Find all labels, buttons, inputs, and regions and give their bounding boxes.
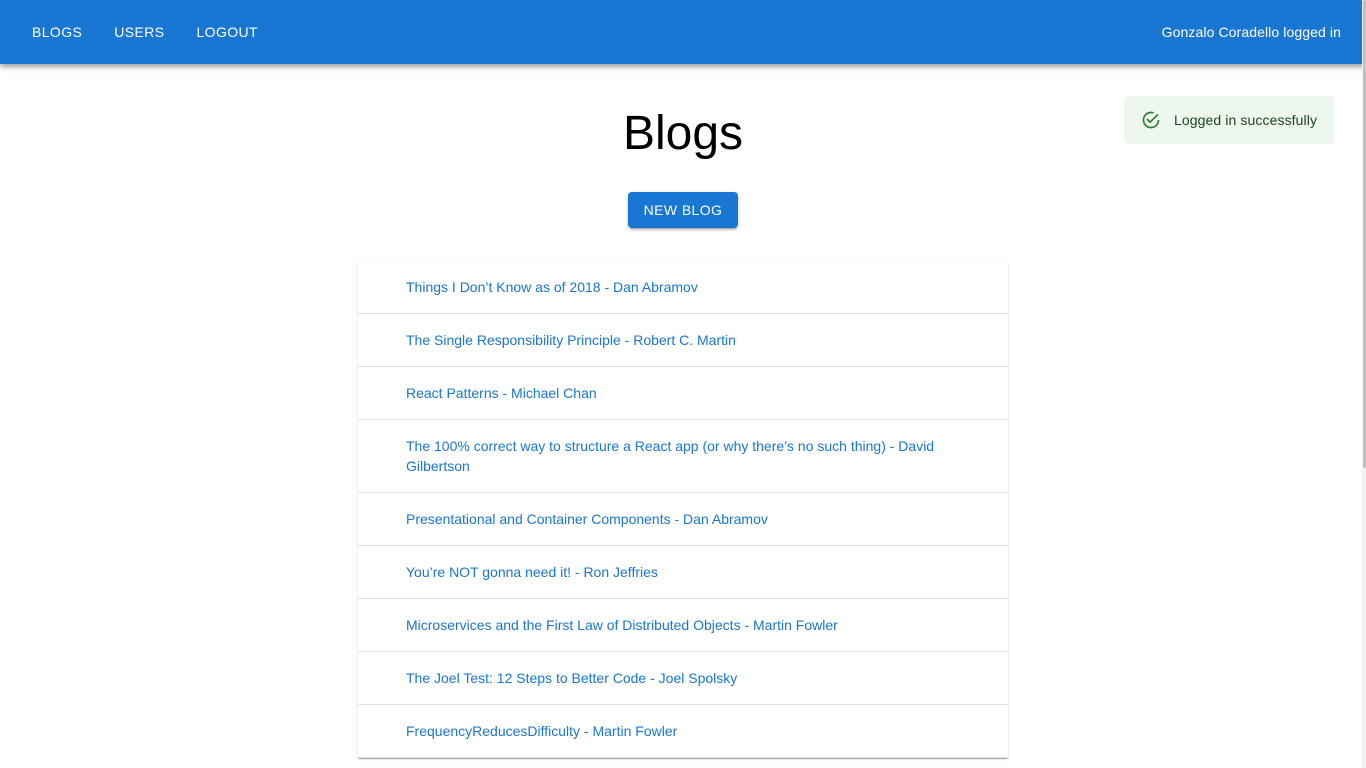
nav-logout-button[interactable]: LOGOUT <box>188 18 266 46</box>
blog-list-item: Microservices and the First Law of Distr… <box>358 599 1008 652</box>
blog-list-item: Things I Don’t Know as of 2018 - Dan Abr… <box>358 261 1008 314</box>
new-blog-button[interactable]: NEW BLOG <box>628 192 738 228</box>
blog-list-item: The 100% correct way to structure a Reac… <box>358 420 1008 493</box>
blog-link[interactable]: Presentational and Container Components … <box>406 511 768 527</box>
blog-link[interactable]: FrequencyReducesDifficulty - Martin Fowl… <box>406 723 677 739</box>
nav-blogs-button[interactable]: BLOGS <box>24 18 90 46</box>
blog-link[interactable]: You’re NOT gonna need it! - Ron Jeffries <box>406 564 658 580</box>
blog-link[interactable]: Microservices and the First Law of Distr… <box>406 617 838 633</box>
blog-list: Things I Don’t Know as of 2018 - Dan Abr… <box>358 261 1008 758</box>
blog-list-item: React Patterns - Michael Chan <box>358 367 1008 420</box>
blog-link[interactable]: The Joel Test: 12 Steps to Better Code -… <box>406 670 737 686</box>
blog-list-item: Presentational and Container Components … <box>358 493 1008 546</box>
blog-list-item: FrequencyReducesDifficulty - Martin Fowl… <box>358 705 1008 758</box>
success-notification: Logged in successfully <box>1124 96 1334 144</box>
blog-list-item: You’re NOT gonna need it! - Ron Jeffries <box>358 546 1008 599</box>
logged-in-user-label: Gonzalo Coradello logged in <box>1161 24 1341 40</box>
nav-users-button[interactable]: USERS <box>106 18 172 46</box>
blog-list-item: The Single Responsibility Principle - Ro… <box>358 314 1008 367</box>
page-scrollbar[interactable] <box>1362 0 1366 768</box>
blog-link[interactable]: The Single Responsibility Principle - Ro… <box>406 332 736 348</box>
check-circle-icon <box>1141 110 1161 130</box>
notification-message: Logged in successfully <box>1174 112 1318 128</box>
main-nav: BLOGS USERS LOGOUT <box>24 18 282 46</box>
blog-link[interactable]: React Patterns - Michael Chan <box>406 385 597 401</box>
blog-link[interactable]: Things I Don’t Know as of 2018 - Dan Abr… <box>406 279 698 295</box>
blog-list-item: The Joel Test: 12 Steps to Better Code -… <box>358 652 1008 705</box>
blog-link[interactable]: The 100% correct way to structure a Reac… <box>406 438 934 474</box>
app-bar: BLOGS USERS LOGOUT Gonzalo Coradello log… <box>0 0 1366 64</box>
